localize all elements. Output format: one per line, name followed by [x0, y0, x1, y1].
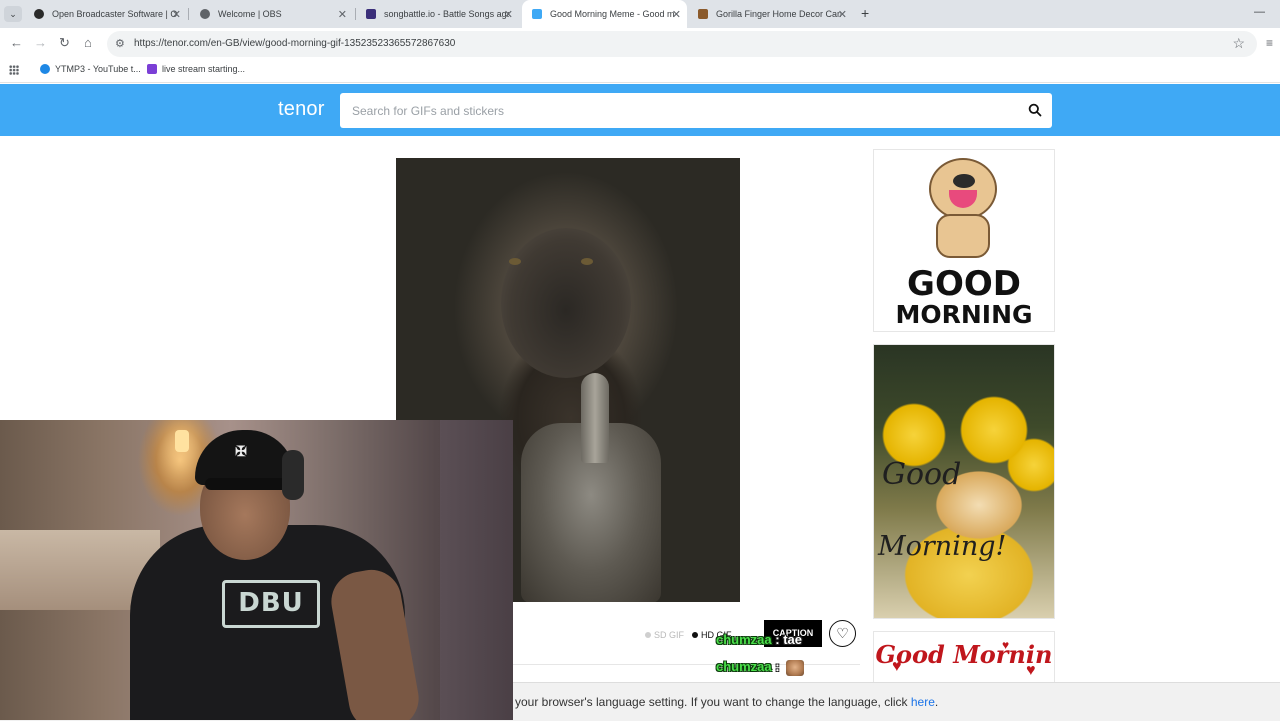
streamer-cap-brim — [205, 478, 290, 490]
search-box — [340, 93, 1052, 128]
gorilla-eye — [581, 258, 593, 265]
songbattle-favicon-icon — [366, 9, 376, 19]
sd-gif-label: SD GIF — [654, 630, 685, 640]
related-gif-good-morning-bear[interactable]: GOOD MORNING — [873, 149, 1055, 332]
change-language-link[interactable]: here — [911, 695, 935, 709]
webcam-overlay: ✠ DBU — [0, 420, 513, 720]
gorilla-face — [501, 228, 631, 378]
tab-title: Open Broadcaster Software | OBS — [52, 9, 177, 19]
video-icon — [147, 64, 157, 74]
tab-title: Good Morning Meme - Good morning — [550, 9, 675, 19]
tab-songbattle[interactable]: songbattle.io - Battle Songs against ✕ — [356, 0, 519, 28]
gorilla-eye — [509, 258, 521, 265]
sd-gif-option[interactable]: SD GIF — [645, 630, 684, 640]
tab-strip: ⌄ Open Broadcaster Software | OBS ✕ Welc… — [0, 0, 1280, 28]
tab-welcome-obs[interactable]: Welcome | OBS ✕ — [190, 0, 353, 28]
tenor-logo[interactable]: tenor — [278, 98, 325, 121]
tab-title: songbattle.io - Battle Songs against — [384, 9, 509, 19]
tenor-header: tenor — [0, 84, 1280, 136]
bookmark-ytmp3[interactable]: YTMP3 - YouTube t... — [40, 64, 141, 74]
bookmark-label: live stream starting... — [162, 64, 246, 74]
search-icon[interactable] — [1028, 103, 1042, 117]
related-gif-good-morning-coffee[interactable]: Good Morning! — [873, 344, 1055, 619]
close-tab-icon[interactable]: ✕ — [338, 8, 347, 21]
forward-arrow-icon[interactable]: → — [34, 36, 47, 50]
tab-good-morning-meme[interactable]: Good Morning Meme - Good morning ✕ — [522, 0, 687, 28]
gif-favicon-icon — [532, 9, 542, 19]
gif-text-good-morning: Good Mornin — [875, 640, 1053, 669]
language-notice: your browser's language setting. If you … — [515, 695, 938, 709]
chat-text: : tae — [775, 632, 802, 647]
close-tab-icon[interactable]: ✕ — [504, 8, 513, 21]
emote-icon — [786, 659, 805, 676]
room-lamp — [175, 430, 189, 452]
tab-title: Gorilla Finger Home Decor Canvas — [716, 9, 841, 19]
cap-logo-icon: ✠ — [235, 443, 247, 459]
tab-search-button[interactable]: ⌄ — [4, 6, 22, 22]
gif-text-morning: Morning! — [878, 531, 1007, 562]
radio-selected-icon — [692, 632, 699, 638]
bookmarks-bar: YTMP3 - YouTube t... live stream startin… — [0, 60, 1280, 83]
shirt-logo: DBU — [222, 580, 320, 628]
reload-icon[interactable]: ↻ — [59, 36, 70, 50]
tab-divider — [188, 8, 189, 20]
new-tab-button[interactable]: + — [861, 5, 869, 21]
minimize-icon[interactable]: — — [1254, 6, 1265, 18]
chat-username: chumzaa — [716, 632, 772, 647]
address-bar[interactable]: ⚙ https://tenor.com/en-GB/view/good-morn… — [107, 31, 1257, 57]
close-tab-icon[interactable]: ✕ — [672, 8, 681, 21]
bear-nose — [953, 174, 975, 188]
bear-body — [936, 214, 990, 258]
bookmark-label: YTMP3 - YouTube t... — [55, 64, 141, 74]
chat-message: chumzaa : tae — [716, 632, 802, 647]
bookmark-live-stream[interactable]: live stream starting... — [147, 64, 245, 74]
shop-favicon-icon — [698, 9, 708, 19]
url-text[interactable]: https://tenor.com/en-GB/view/good-mornin… — [134, 38, 455, 49]
divider — [513, 664, 860, 665]
radio-unselected-icon — [645, 632, 651, 638]
tab-obs[interactable]: Open Broadcaster Software | OBS ✕ — [24, 0, 187, 28]
browser-toolbar: ← → ↻ ⌂ ⚙ https://tenor.com/en-GB/view/g… — [0, 28, 1280, 60]
tab-title: Welcome | OBS — [218, 9, 282, 19]
site-info-icon[interactable]: ⚙ — [115, 37, 125, 50]
headset-icon — [282, 450, 304, 500]
home-icon[interactable]: ⌂ — [84, 36, 92, 50]
chat-text: : — [775, 659, 780, 674]
gif-text-good: GOOD — [907, 264, 1021, 304]
favorite-heart-icon[interactable]: ♡ — [829, 620, 856, 647]
close-tab-icon[interactable]: ✕ — [838, 8, 847, 21]
chat-username: chumzaa — [716, 659, 772, 674]
bear-head — [929, 158, 997, 220]
bookmark-star-icon[interactable]: ☆ — [1232, 35, 1245, 52]
bear-mouth — [949, 190, 977, 208]
room-door — [440, 420, 513, 720]
apps-grid-icon[interactable] — [9, 65, 19, 75]
ytmp3-icon — [40, 64, 50, 74]
obs-favicon-icon — [34, 9, 44, 19]
chat-message: chumzaa : — [716, 659, 805, 676]
close-tab-icon[interactable]: ✕ — [172, 8, 181, 21]
tab-gorilla-finger[interactable]: Gorilla Finger Home Decor Canvas ✕ — [688, 0, 853, 28]
reading-list-icon[interactable]: ≡ — [1266, 36, 1273, 50]
globe-favicon-icon — [200, 9, 210, 19]
back-arrow-icon[interactable]: ← — [10, 36, 23, 50]
gif-text-good: Good — [882, 457, 962, 492]
language-notice-text: your browser's language setting. If you … — [515, 695, 911, 709]
language-notice-end: . — [934, 695, 939, 709]
search-input[interactable] — [352, 93, 1002, 128]
gorilla-finger — [581, 373, 609, 463]
gif-text-morning: MORNING — [895, 300, 1033, 329]
